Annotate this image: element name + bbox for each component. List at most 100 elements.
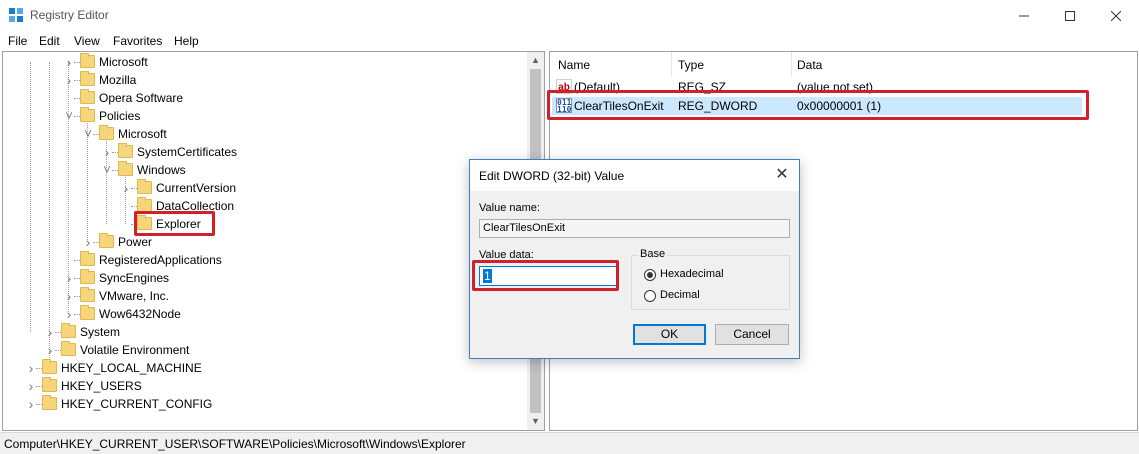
chevron-down-icon[interactable]: ˅ (102, 163, 112, 176)
tree-item-label: SyncEngines (99, 271, 170, 285)
close-icon (1111, 10, 1121, 21)
tree-item-label: VMware, Inc. (99, 289, 170, 303)
scroll-down-icon[interactable]: ▼ (527, 413, 544, 430)
folder-icon (61, 341, 76, 356)
base-label: Base (638, 248, 668, 260)
decimal-label: Decimal (660, 289, 700, 301)
status-bar: Computer\HKEY_CURRENT_USER\SOFTWARE\Poli… (0, 432, 1139, 454)
dialog-close-icon[interactable]: ✕ (773, 166, 791, 184)
chevron-down-icon[interactable]: ˅ (83, 127, 93, 140)
folder-icon (80, 53, 95, 68)
tree-item[interactable]: › HKEY_LOCAL_MACHINE (3, 359, 528, 377)
list-header: Name Type Data (550, 52, 1137, 76)
cleartilesonexit-highlight (547, 90, 1089, 120)
value-data-highlight (472, 260, 619, 291)
tree-item[interactable]: › Volatile Environment (3, 341, 528, 359)
tree-item[interactable]: › VMware, Inc. (3, 287, 528, 305)
column-separator[interactable] (791, 52, 792, 76)
tree-item-label: Mozilla (99, 73, 137, 87)
key-tree-pane[interactable]: › Microsoft › Mozilla Opera Software ˅ Policie… (2, 51, 545, 431)
folder-icon (80, 107, 95, 122)
radio-selected-icon (644, 269, 656, 281)
chevron-right-icon[interactable]: › (45, 343, 55, 357)
menu-favorites[interactable]: Favorites (113, 34, 162, 48)
minimize-button[interactable] (1001, 0, 1047, 31)
chevron-right-icon[interactable]: › (26, 379, 36, 393)
folder-icon (99, 233, 114, 248)
folder-icon (80, 89, 95, 104)
tree-item[interactable]: › System (3, 323, 528, 341)
folder-icon (99, 125, 114, 140)
tree-item[interactable]: › Wow6432Node (3, 305, 528, 323)
maximize-icon (1065, 10, 1075, 21)
tree-item[interactable]: › SystemCertificates (3, 143, 528, 161)
dialog-title: Edit DWORD (32-bit) Value (479, 169, 625, 183)
tree-item[interactable]: Explorer (3, 215, 528, 233)
tree-item[interactable]: DataCollection (3, 197, 528, 215)
menu-view[interactable]: View (74, 34, 100, 48)
folder-icon (137, 179, 152, 194)
menu-help[interactable]: Help (174, 34, 199, 48)
tree-item[interactable]: ˅ Microsoft (3, 125, 528, 143)
column-data-header[interactable]: Data (797, 58, 822, 72)
chevron-right-icon[interactable]: › (64, 307, 74, 321)
tree-item-label: SystemCertificates (137, 145, 238, 159)
dialog-title-bar[interactable]: Edit DWORD (32-bit) Value ✕ (470, 160, 799, 191)
chevron-right-icon[interactable]: › (121, 181, 131, 195)
ok-button[interactable]: OK (633, 324, 706, 345)
column-separator[interactable] (671, 52, 672, 76)
maximize-button[interactable] (1047, 0, 1093, 31)
edit-dword-dialog: Edit DWORD (32-bit) Value ✕ Value name: … (469, 159, 800, 359)
chevron-down-icon[interactable]: ˅ (64, 109, 74, 122)
folder-icon (80, 269, 95, 284)
key-path: Computer\HKEY_CURRENT_USER\SOFTWARE\Poli… (4, 437, 466, 451)
tree-item[interactable]: RegisteredApplications (3, 251, 528, 269)
folder-icon (42, 359, 57, 374)
tree-item[interactable]: ˅ Policies (3, 107, 528, 125)
registry-editor-app-icon (9, 8, 24, 23)
tree-item[interactable]: › Mozilla (3, 71, 528, 89)
folder-icon (80, 71, 95, 86)
chevron-right-icon[interactable]: › (64, 73, 74, 87)
column-type-header[interactable]: Type (678, 58, 704, 72)
tree-item-label: CurrentVersion (156, 181, 237, 195)
tree-item[interactable]: › SyncEngines (3, 269, 528, 287)
explorer-key-highlight (134, 211, 215, 236)
close-button[interactable] (1093, 0, 1139, 31)
column-name-header[interactable]: Name (558, 58, 590, 72)
cancel-button[interactable]: Cancel (715, 324, 789, 345)
menu-file[interactable]: File (8, 34, 27, 48)
tree-item-label: Power (118, 235, 153, 249)
chevron-right-icon[interactable]: › (26, 397, 36, 411)
tree-item[interactable]: › Microsoft (3, 53, 528, 71)
chevron-right-icon[interactable]: › (64, 271, 74, 285)
folder-icon (61, 323, 76, 338)
hexadecimal-label: Hexadecimal (660, 268, 724, 280)
tree-item[interactable]: › Power (3, 233, 528, 251)
tree-item[interactable]: › CurrentVersion (3, 179, 528, 197)
menu-edit[interactable]: Edit (39, 34, 60, 48)
tree-item-label: HKEY_CURRENT_CONFIG (61, 397, 213, 411)
chevron-right-icon[interactable]: › (45, 325, 55, 339)
menu-bar: File Edit View Favorites Help (0, 31, 1139, 51)
chevron-right-icon[interactable]: › (83, 235, 93, 249)
folder-icon (80, 305, 95, 320)
value-name-field: ClearTilesOnExit (479, 219, 790, 238)
chevron-right-icon[interactable]: › (64, 55, 74, 69)
tree-item[interactable]: › HKEY_CURRENT_CONFIG (3, 395, 528, 413)
tree-item-label: RegisteredApplications (99, 253, 222, 267)
chevron-right-icon[interactable]: › (64, 289, 74, 303)
window-title: Registry Editor (30, 8, 109, 22)
tree-item[interactable]: › HKEY_USERS (3, 377, 528, 395)
tree-item[interactable]: Opera Software (3, 89, 528, 107)
folder-icon (80, 251, 95, 266)
folder-icon (118, 161, 133, 176)
chevron-right-icon[interactable]: › (26, 361, 36, 375)
folder-icon (118, 143, 133, 158)
tree-item-label: Windows (137, 163, 186, 177)
folder-icon (42, 377, 57, 392)
tree-item-label: Opera Software (99, 91, 184, 105)
scroll-up-icon[interactable]: ▲ (527, 52, 544, 69)
tree-item[interactable]: ˅ Windows (3, 161, 528, 179)
chevron-right-icon[interactable]: › (102, 145, 112, 159)
